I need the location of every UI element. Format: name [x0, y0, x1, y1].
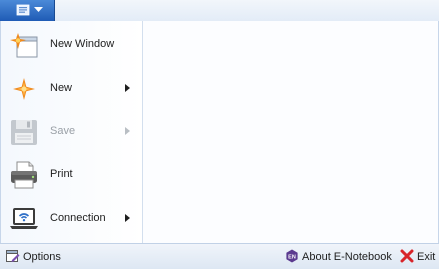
new-window-icon: [10, 33, 38, 58]
options-button[interactable]: Options: [6, 249, 66, 265]
menu-item-new[interactable]: New: [1, 69, 142, 109]
menu-item-new-window[interactable]: New Window: [1, 25, 142, 65]
menu-item-label: Print: [50, 168, 73, 180]
exit-label: Exit: [417, 251, 436, 263]
connection-laptop-icon: [10, 208, 38, 229]
about-button[interactable]: EN About E-Notebook: [285, 249, 395, 265]
menu-item-connection[interactable]: Connection: [1, 199, 142, 239]
menu-item-label: New Window: [50, 38, 115, 50]
application-menu-button[interactable]: [0, 0, 55, 21]
close-icon: [400, 249, 414, 263]
about-label: About E-Notebook: [302, 251, 392, 263]
new-star-icon: [13, 78, 35, 100]
submenu-arrow-icon: [125, 214, 130, 222]
document-icon: [16, 4, 30, 16]
save-disk-icon: [11, 120, 37, 145]
menu-footer: Options EN About E-Notebook Exit: [0, 243, 439, 269]
svg-text:EN: EN: [288, 254, 296, 260]
options-icon: [6, 250, 20, 262]
menu-item-save[interactable]: Save: [1, 112, 142, 152]
options-label: Options: [23, 251, 61, 263]
menu-item-label: Connection: [50, 212, 106, 224]
menu-command-list: New Window New Save Print Connection: [1, 21, 143, 243]
ribbon-bar: [0, 0, 439, 22]
chevron-down-icon: [34, 7, 43, 12]
exit-button[interactable]: Exit: [400, 249, 437, 265]
printer-icon: [11, 161, 37, 189]
about-e-notebook-icon: EN: [286, 249, 298, 263]
menu-item-label: New: [50, 82, 73, 94]
menu-item-print[interactable]: Print: [1, 155, 142, 195]
submenu-panel: [143, 21, 438, 243]
menu-item-label: Save: [50, 125, 76, 137]
application-menu: New Window New Save Print Connection: [0, 21, 439, 243]
submenu-arrow-icon: [125, 84, 130, 92]
submenu-arrow-icon: [125, 127, 130, 135]
